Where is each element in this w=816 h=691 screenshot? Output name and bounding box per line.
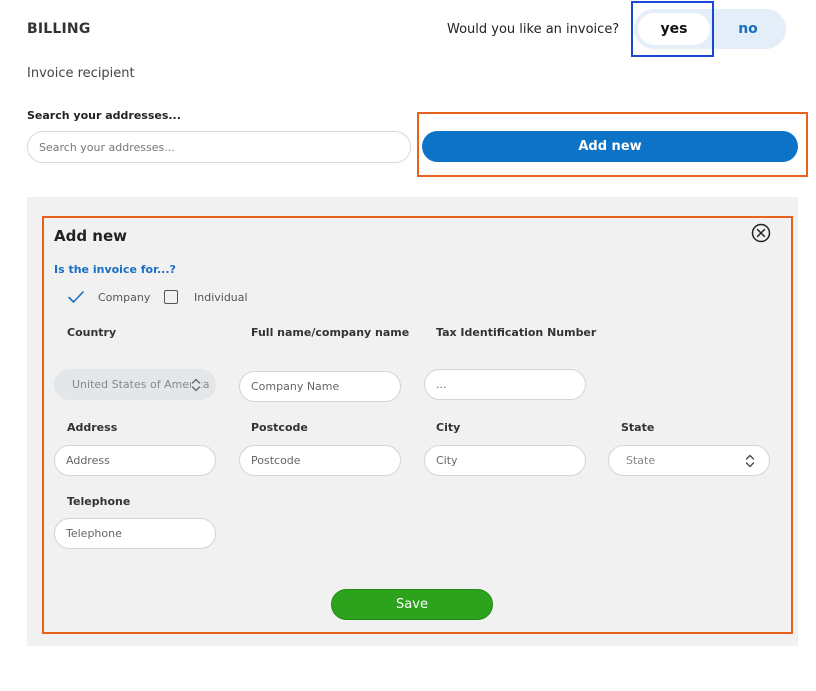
individual-checkbox[interactable] bbox=[164, 290, 178, 304]
highlight-box-form bbox=[42, 216, 793, 634]
state-select[interactable]: State bbox=[608, 445, 770, 476]
telephone-label: Telephone bbox=[67, 495, 131, 508]
search-addresses-input[interactable] bbox=[27, 131, 411, 163]
country-label: Country bbox=[67, 326, 117, 339]
state-placeholder: State bbox=[626, 454, 656, 467]
country-value: United States of America bbox=[72, 378, 210, 391]
form-title: Add new bbox=[54, 227, 128, 245]
full-name-input[interactable] bbox=[239, 371, 401, 402]
close-circle-icon[interactable] bbox=[751, 223, 771, 243]
country-select[interactable]: United States of America bbox=[54, 369, 216, 400]
invoice-for-question: Is the invoice for...? bbox=[54, 263, 176, 276]
company-checkmark-icon[interactable] bbox=[67, 289, 85, 305]
billing-title: BILLING bbox=[27, 21, 91, 37]
postcode-input[interactable] bbox=[239, 445, 401, 476]
invoice-question: Would you like an invoice? bbox=[447, 22, 620, 37]
state-updown-icon bbox=[745, 454, 755, 468]
save-button[interactable]: Save bbox=[331, 589, 493, 620]
city-input[interactable] bbox=[424, 445, 586, 476]
address-input[interactable] bbox=[54, 445, 216, 476]
invoice-no-option[interactable]: no bbox=[714, 13, 782, 45]
country-updown-icon bbox=[191, 377, 201, 393]
address-label: Address bbox=[67, 421, 118, 434]
option-company-label[interactable]: Company bbox=[98, 291, 150, 304]
telephone-input[interactable] bbox=[54, 518, 216, 549]
state-label: State bbox=[621, 421, 655, 434]
highlight-box-yes bbox=[631, 1, 714, 57]
postcode-label: Postcode bbox=[251, 421, 308, 434]
search-addresses-label: Search your addresses... bbox=[27, 109, 181, 122]
full-name-label: Full name/company name bbox=[251, 326, 410, 339]
invoice-recipient-heading: Invoice recipient bbox=[27, 66, 135, 81]
city-label: City bbox=[436, 421, 461, 434]
highlight-box-add-new bbox=[417, 112, 808, 177]
tax-id-label: Tax Identification Number bbox=[436, 326, 597, 339]
tax-id-input[interactable] bbox=[424, 369, 586, 400]
option-individual-label[interactable]: Individual bbox=[194, 291, 248, 304]
